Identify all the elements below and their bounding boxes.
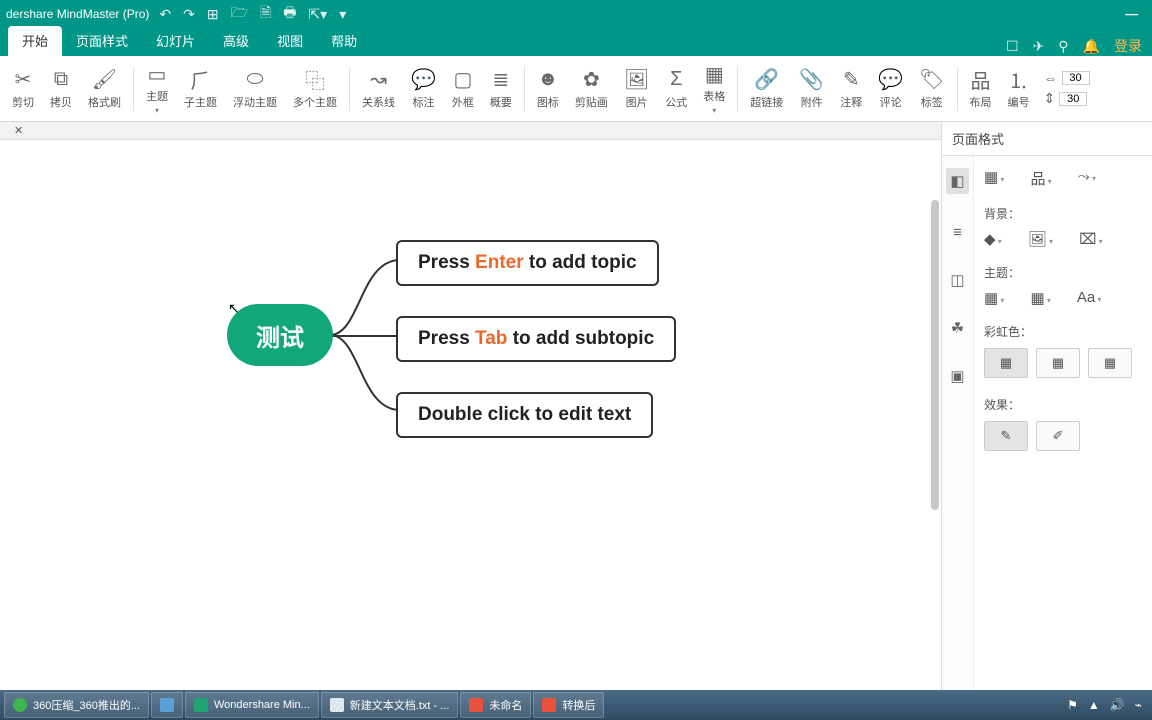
- tab-view[interactable]: 视图: [263, 26, 317, 56]
- topic-node-2[interactable]: Press Tab to add subtopic: [396, 316, 676, 362]
- topic-button[interactable]: ▭主题: [138, 62, 176, 115]
- menubar: 开始 页面样式 幻灯片 高级 视图 帮助 ☐ ✈ ⚲ 🔔 登录: [0, 28, 1152, 56]
- new-icon[interactable]: ⊞: [207, 6, 219, 23]
- taskbar-item[interactable]: 360压缩_360推出的...: [4, 692, 149, 718]
- bg-label: 背景：: [984, 205, 1142, 222]
- ribbon: ✂剪切 ⧉拷贝 🖌格式刷 ▭主题 ⺁子主题 ⬭浮动主题 ⿻多个主题 ↝关系线 💬…: [0, 56, 1152, 122]
- rainbow-label: 彩虹色：: [984, 323, 1142, 340]
- print-icon[interactable]: 🖶: [283, 2, 296, 26]
- bell-icon[interactable]: 🔔: [1083, 38, 1100, 55]
- floating-topic-button[interactable]: ⬭浮动主题: [225, 68, 285, 110]
- tray-up-icon[interactable]: ▲: [1088, 698, 1100, 712]
- cut-button[interactable]: ✂剪切: [4, 68, 42, 110]
- tab-help[interactable]: 帮助: [317, 26, 371, 56]
- save-icon[interactable]: 🗎: [260, 2, 271, 26]
- theme-font-icon[interactable]: Aa: [1077, 289, 1102, 307]
- panel-tab-icon-icon[interactable]: ☘: [951, 319, 964, 337]
- tag-button[interactable]: 🏷标签: [911, 68, 952, 110]
- central-topic[interactable]: 测试: [227, 304, 333, 366]
- bg-remove-icon[interactable]: ⌧: [1079, 230, 1103, 248]
- tab-start[interactable]: 开始: [8, 26, 62, 56]
- undo-icon[interactable]: ↶: [159, 6, 171, 23]
- topic-node-3[interactable]: Double click to edit text: [396, 392, 653, 438]
- taskbar-item[interactable]: Wondershare Min...: [185, 692, 319, 718]
- tray-volume-icon[interactable]: 🔊: [1110, 698, 1125, 712]
- theme-color-icon[interactable]: ▦: [984, 289, 1004, 307]
- theme-label: 主题：: [984, 264, 1142, 281]
- tray-flag-icon[interactable]: ⚑: [1067, 698, 1078, 712]
- system-tray: ⚑ ▲ 🔊 ⌁: [1067, 698, 1148, 712]
- boundary-button[interactable]: ▢外框: [444, 68, 482, 110]
- taskbar-item[interactable]: 未命名: [460, 692, 531, 718]
- redo-icon[interactable]: ↷: [183, 6, 195, 23]
- share-icon[interactable]: ⚲: [1058, 38, 1068, 55]
- clipart-button[interactable]: ✿剪贴画: [567, 68, 616, 110]
- vertical-scrollbar[interactable]: [931, 140, 939, 690]
- layout-dropdown-icon[interactable]: ▦: [984, 168, 1004, 189]
- note-button[interactable]: ✎注释: [832, 68, 870, 110]
- panel-tab-format-icon[interactable]: ◧: [946, 168, 968, 194]
- tab-page-style[interactable]: 页面样式: [62, 26, 142, 56]
- topic-node-1[interactable]: Press Enter to add topic: [396, 240, 659, 286]
- app-title: dershare MindMaster (Pro): [6, 7, 149, 21]
- rainbow-opt-2[interactable]: ▦: [1036, 348, 1080, 378]
- rainbow-opt-1[interactable]: ▦: [984, 348, 1028, 378]
- feedback-icon[interactable]: ☐: [1006, 38, 1019, 55]
- hspace-input[interactable]: [1062, 71, 1090, 85]
- hyperlink-button[interactable]: 🔗超链接: [742, 68, 791, 110]
- effect-opt-2[interactable]: ✐: [1036, 421, 1080, 451]
- tray-power-icon[interactable]: ⌁: [1135, 698, 1142, 712]
- summary-button[interactable]: ≣概要: [482, 68, 520, 110]
- quick-access-toolbar: ↶ ↷ ⊞ 🗁 🗎 🖶 ⇱▾ ▾: [159, 2, 346, 26]
- comment-button[interactable]: 💬评论: [870, 68, 911, 110]
- panel-tab-outline-icon[interactable]: ≡: [953, 224, 962, 241]
- titlebar: dershare MindMaster (Pro) ↶ ↷ ⊞ 🗁 🗎 🖶 ⇱▾…: [0, 0, 1152, 28]
- bg-image-icon[interactable]: 🖼: [1028, 230, 1053, 248]
- image-button[interactable]: 🖼图片: [616, 68, 657, 110]
- right-panel: 页面格式 ◧ ≡ ◫ ☘ ▣ ▦ 品 ⤳ 背景： ◆ 🖼 ⌧ 主题： ▦ ▦ A…: [941, 122, 1152, 690]
- taskbar-item[interactable]: [151, 692, 183, 718]
- login-link[interactable]: 登录: [1114, 36, 1142, 56]
- structure-dropdown-icon[interactable]: 品: [1030, 168, 1051, 189]
- open-icon[interactable]: 🗁: [231, 2, 248, 26]
- numbering-button[interactable]: ⒈编号: [1000, 68, 1038, 110]
- multi-topic-button[interactable]: ⿻多个主题: [285, 68, 345, 110]
- vspace-input[interactable]: [1059, 92, 1087, 106]
- panel-tab-theme-icon[interactable]: ◫: [950, 271, 964, 289]
- layout-button[interactable]: 品布局: [962, 68, 1000, 110]
- minimize-button[interactable]: ─: [1117, 4, 1146, 25]
- icons-button[interactable]: ☻图标: [529, 68, 567, 110]
- subtopic-button[interactable]: ⺁子主题: [176, 68, 225, 110]
- bg-fill-icon[interactable]: ◆: [984, 230, 1002, 248]
- qat-more-icon[interactable]: ▾: [339, 6, 346, 23]
- effect-label: 效果：: [984, 396, 1142, 413]
- canvas-area[interactable]: 测试 Press Enter to add topic Press Tab to…: [0, 140, 941, 690]
- relationship-button[interactable]: ↝关系线: [354, 68, 403, 110]
- theme-style-icon[interactable]: ▦: [1030, 289, 1050, 307]
- copy-button[interactable]: ⧉拷贝: [42, 68, 80, 110]
- send-icon[interactable]: ✈: [1033, 38, 1045, 55]
- taskbar-item[interactable]: 新建文本文档.txt - ...: [321, 692, 459, 718]
- callout-button[interactable]: 💬标注: [403, 68, 444, 110]
- panel-title: 页面格式: [942, 122, 1152, 156]
- tab-advanced[interactable]: 高级: [209, 26, 263, 56]
- close-doc-icon[interactable]: ✕: [14, 124, 23, 137]
- connector-dropdown-icon[interactable]: ⤳: [1078, 168, 1096, 189]
- formula-button[interactable]: Σ公式: [657, 68, 695, 110]
- vspace-icon: ⇕: [1044, 90, 1056, 107]
- format-painter-button[interactable]: 🖌格式刷: [80, 68, 129, 110]
- hspace-icon: ⇔: [1044, 70, 1058, 86]
- attachment-button[interactable]: 📎附件: [791, 68, 832, 110]
- rainbow-opt-3[interactable]: ▦: [1088, 348, 1132, 378]
- taskbar: 360压缩_360推出的... Wondershare Min... 新建文本文…: [0, 690, 1152, 720]
- table-button[interactable]: ▦表格: [695, 62, 733, 115]
- export-icon[interactable]: ⇱▾: [308, 6, 327, 23]
- taskbar-item[interactable]: 转换后: [533, 692, 604, 718]
- tab-slideshow[interactable]: 幻灯片: [142, 26, 209, 56]
- effect-opt-1[interactable]: ✎: [984, 421, 1028, 451]
- panel-tab-clipart-icon[interactable]: ▣: [950, 367, 964, 385]
